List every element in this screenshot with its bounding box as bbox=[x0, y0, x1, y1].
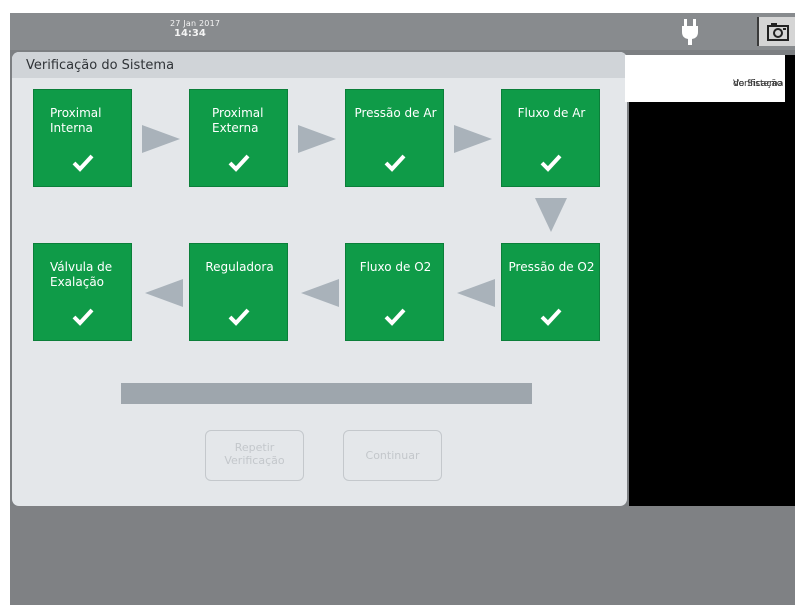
plug-icon bbox=[682, 19, 698, 45]
date-time: 27 Jan 2017 14:34 bbox=[170, 19, 220, 39]
step-label: Proximal Externa bbox=[212, 106, 264, 135]
step-pressao-o2[interactable]: Pressão de O2 bbox=[501, 243, 600, 341]
step-reguladora[interactable]: Reguladora bbox=[189, 243, 288, 341]
step-label: Válvula de Exalação bbox=[50, 260, 113, 289]
camera-icon bbox=[767, 23, 789, 41]
bottom-area bbox=[10, 506, 795, 605]
step-label: Fluxo de Ar bbox=[517, 106, 586, 120]
repeat-label-line2: Verificação bbox=[224, 454, 285, 467]
step-pressao-ar[interactable]: Pressão de Ar bbox=[345, 89, 444, 187]
system-check-panel: Verificação do Sistema Proximal Interna … bbox=[12, 52, 627, 506]
arrow-left-icon bbox=[145, 279, 183, 307]
continue-button[interactable]: Continuar bbox=[343, 430, 442, 481]
step-proximal-interna[interactable]: Proximal Interna bbox=[33, 89, 132, 187]
arrow-down-icon bbox=[535, 198, 567, 232]
check-icon bbox=[72, 308, 94, 326]
side-menu-line2: do Sistema bbox=[733, 79, 784, 89]
side-menu-item-system-check[interactable]: Verificação do Sistema bbox=[625, 55, 785, 102]
page-title: Verificação do Sistema bbox=[26, 58, 175, 73]
repeat-check-button[interactable]: Repetir Verificação bbox=[205, 430, 304, 481]
step-label: Pressão de O2 bbox=[508, 260, 595, 274]
side-menu-area bbox=[629, 55, 795, 506]
check-icon bbox=[228, 308, 250, 326]
time-text: 14:34 bbox=[174, 28, 206, 39]
status-bar: 27 Jan 2017 14:34 bbox=[10, 13, 795, 50]
arrow-right-icon bbox=[454, 125, 492, 153]
screenshot-button[interactable] bbox=[757, 17, 795, 46]
step-valvula-exalacao[interactable]: Válvula de Exalação bbox=[33, 243, 132, 341]
check-icon bbox=[540, 308, 562, 326]
arrow-right-icon bbox=[298, 125, 336, 153]
arrow-right-icon bbox=[142, 125, 180, 153]
step-label: Pressão de Ar bbox=[354, 106, 437, 120]
step-proximal-externa[interactable]: Proximal Externa bbox=[189, 89, 288, 187]
check-icon bbox=[384, 154, 406, 172]
step-label: Reguladora bbox=[205, 260, 274, 274]
step-label: Proximal Interna bbox=[50, 106, 102, 135]
progress-bar bbox=[121, 383, 532, 404]
check-icon bbox=[540, 154, 562, 172]
arrow-left-icon bbox=[301, 279, 339, 307]
repeat-label-line1: Repetir bbox=[234, 441, 275, 454]
step-fluxo-ar[interactable]: Fluxo de Ar bbox=[501, 89, 600, 187]
check-icon bbox=[72, 154, 94, 172]
check-icon bbox=[228, 154, 250, 172]
arrow-left-icon bbox=[457, 279, 495, 307]
step-label: Fluxo de O2 bbox=[359, 260, 432, 274]
check-icon bbox=[384, 308, 406, 326]
panel-header: Verificação do Sistema bbox=[12, 52, 627, 78]
continue-label: Continuar bbox=[365, 449, 420, 462]
step-fluxo-o2[interactable]: Fluxo de O2 bbox=[345, 243, 444, 341]
